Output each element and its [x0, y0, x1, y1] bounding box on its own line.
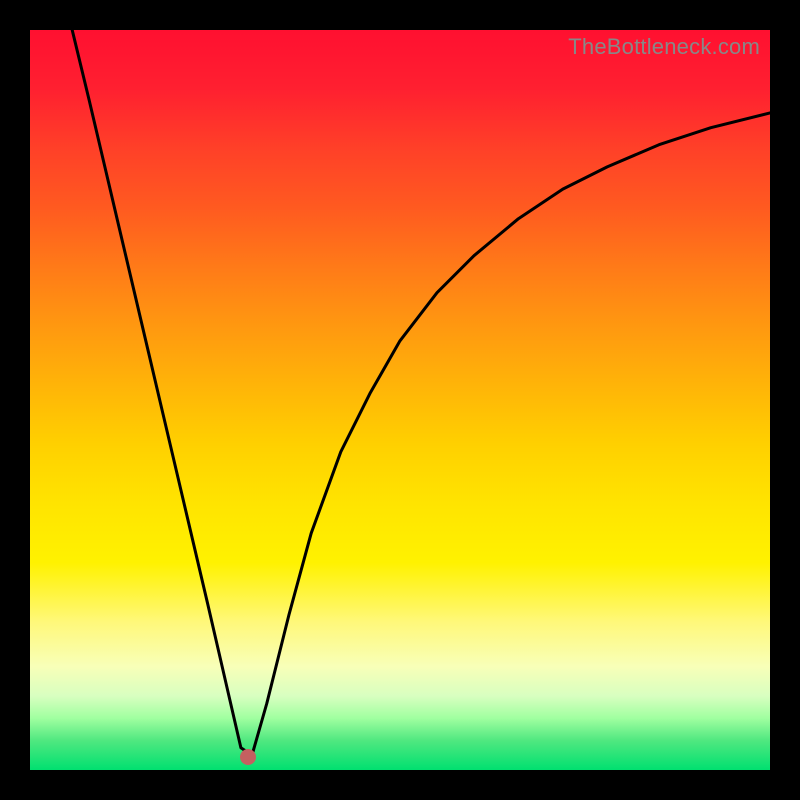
bottleneck-curve-path [72, 30, 770, 755]
plot-area: TheBottleneck.com [30, 30, 770, 770]
curve-svg [30, 30, 770, 770]
chart-frame: TheBottleneck.com [0, 0, 800, 800]
optimal-marker [240, 749, 256, 765]
